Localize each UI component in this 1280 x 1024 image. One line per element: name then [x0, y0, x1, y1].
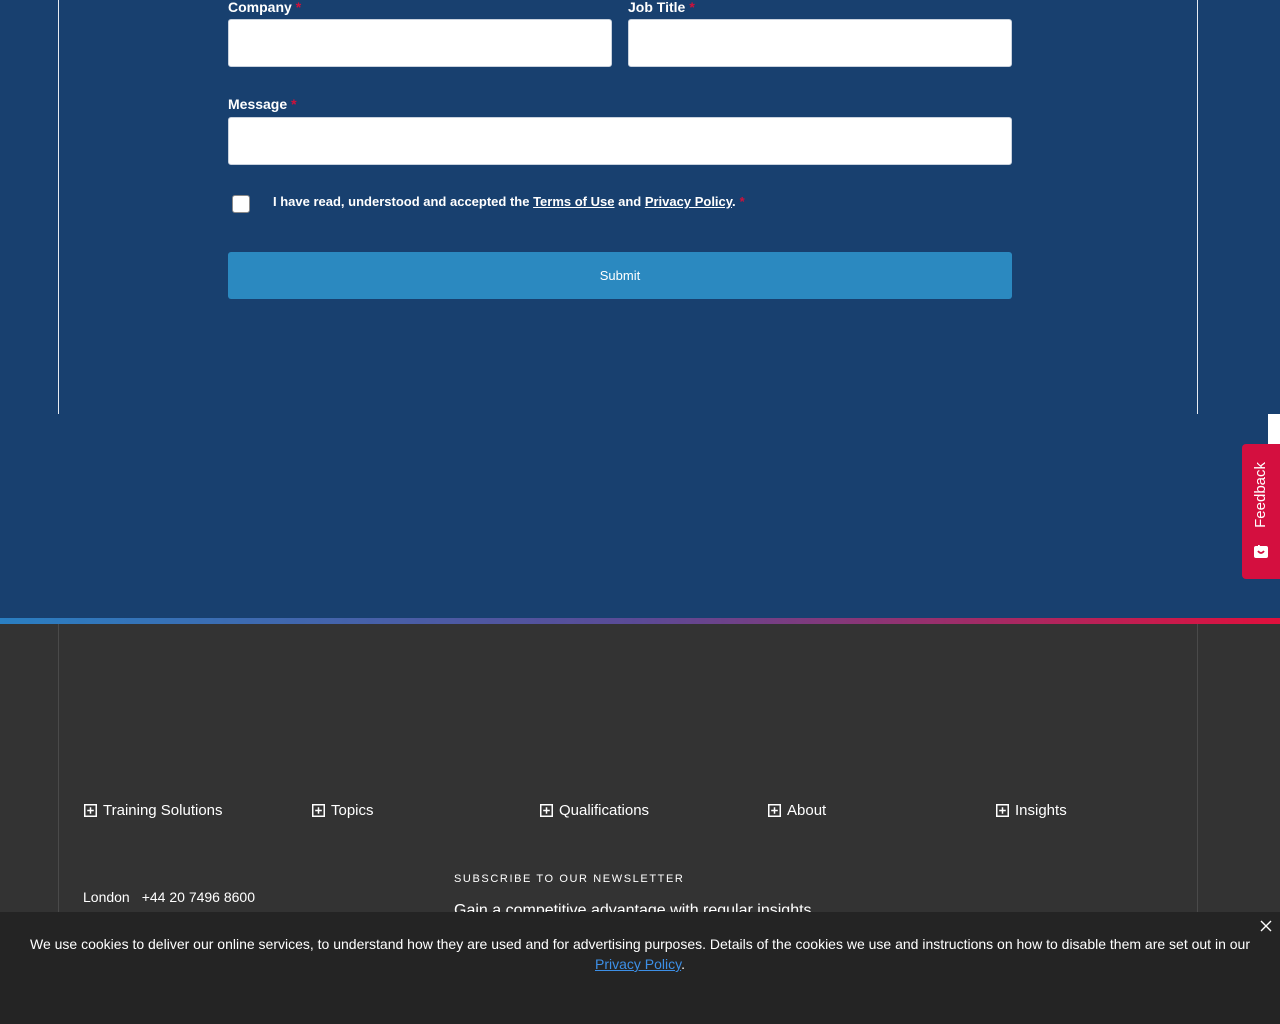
required-marker: * — [689, 0, 695, 15]
plus-box-icon — [768, 804, 781, 817]
required-marker: * — [291, 96, 297, 112]
contact-form-section — [0, 0, 1280, 620]
newsletter-heading: SUBSCRIBE TO OUR NEWSLETTER — [454, 873, 685, 885]
footer-nav-topics[interactable]: Topics — [312, 802, 374, 819]
container-border-right — [1197, 0, 1198, 414]
company-label: Company * — [228, 0, 302, 15]
job-title-label: Job Title * — [628, 0, 695, 15]
plus-box-icon — [84, 804, 97, 817]
terms-of-use-link[interactable]: Terms of Use — [533, 194, 614, 209]
footer-nav-label: Topics — [331, 802, 374, 819]
footer-nav-label: Training Solutions — [103, 802, 223, 819]
company-input[interactable] — [228, 19, 612, 67]
cookie-privacy-policy-link[interactable]: Privacy Policy — [595, 956, 681, 972]
footer-border-right — [1197, 624, 1198, 914]
office-phone-link[interactable]: +44 20 7496 8600 — [142, 889, 255, 905]
cookie-message: We use cookies to deliver our online ser… — [30, 936, 1250, 972]
plus-box-icon — [540, 804, 553, 817]
plus-box-icon — [312, 804, 325, 817]
page-edge-strip — [1268, 414, 1280, 444]
feedback-label: Feedback — [1252, 462, 1269, 528]
footer-nav-insights[interactable]: Insights — [996, 802, 1067, 819]
footer-nav-label: Qualifications — [559, 802, 650, 819]
job-title-input[interactable] — [628, 19, 1012, 67]
footer-nav-about[interactable]: About — [768, 802, 826, 819]
consent-checkbox[interactable] — [232, 195, 250, 213]
feedback-tab[interactable]: Feedback — [1242, 444, 1280, 579]
privacy-policy-link[interactable]: Privacy Policy — [645, 194, 732, 209]
submit-button[interactable]: Submit — [228, 252, 1012, 299]
close-icon[interactable] — [1258, 918, 1274, 934]
consent-text: I have read, understood and accepted the… — [273, 194, 745, 209]
footer-nav-qualifications[interactable]: Qualifications — [540, 802, 649, 819]
footer-nav-label: About — [787, 802, 827, 819]
required-marker: * — [295, 0, 302, 15]
required-marker: * — [739, 194, 745, 209]
container-border-left — [58, 0, 59, 414]
footer-nav-label: Insights — [1015, 802, 1067, 819]
cookie-banner: We use cookies to deliver our online ser… — [0, 912, 1280, 1024]
feedback-icon — [1254, 545, 1268, 558]
message-input[interactable] — [228, 117, 1012, 165]
footer-border-left — [58, 624, 59, 914]
office-city: London — [83, 889, 130, 905]
message-label: Message * — [228, 96, 297, 112]
plus-box-icon — [996, 804, 1009, 817]
footer-nav-training-solutions[interactable]: Training Solutions — [84, 802, 223, 819]
office-contact: London +44 20 7496 8600 — [83, 889, 255, 905]
